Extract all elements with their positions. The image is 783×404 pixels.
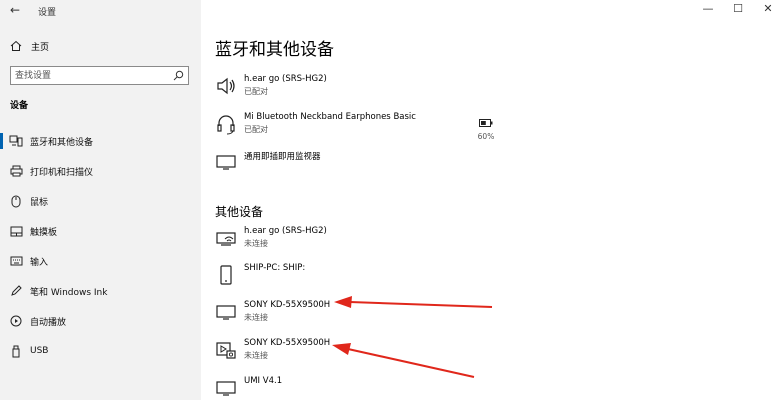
headset-icon [217, 115, 235, 135]
sidebar-item-label: 触摸板 [30, 227, 58, 238]
media-device-icon [216, 342, 236, 359]
sidebar-item-typing[interactable]: 输入 [0, 251, 201, 271]
sidebar-item-printers[interactable]: 打印机和扫描仪 [0, 161, 201, 181]
sidebar-item-autoplay[interactable]: 自动播放 [0, 311, 201, 331]
title-bar: ← 设置 [0, 0, 201, 22]
sidebar-item-label: 打印机和扫描仪 [30, 167, 94, 178]
device-status: 未连接 [244, 351, 268, 360]
window-title: 设置 [38, 8, 57, 18]
section-header-devices: 设备 [10, 101, 29, 111]
keyboard-icon [9, 254, 23, 268]
battery-percent: 60% [477, 132, 495, 141]
sidebar-item-label: 蓝牙和其他设备 [30, 137, 94, 148]
autoplay-icon [9, 314, 23, 328]
device-status: 已配对 [244, 125, 268, 134]
monitor-icon [216, 381, 236, 396]
home-icon [10, 40, 22, 51]
maximize-button[interactable]: ☐ [723, 2, 753, 15]
sidebar-item-label: 笔和 Windows Ink [30, 287, 108, 298]
home-link[interactable]: 主页 [10, 38, 49, 54]
sidebar: ← 设置 主页 设备 蓝牙和其他设备 打印机和扫描仪 鼠标 [0, 0, 201, 400]
device-item[interactable]: SONY KD-55X9500H 未连接 [215, 298, 515, 328]
minimize-button[interactable]: — [693, 2, 723, 15]
search-input[interactable] [15, 69, 165, 82]
main-pane: — ☐ ✕ 蓝牙和其他设备 h.ear go (SRS-HG2) 已配对 Mi … [201, 0, 783, 400]
device-name: h.ear go (SRS-HG2) [244, 226, 327, 236]
device-item[interactable]: 通用即插即用监视器 [215, 148, 515, 178]
device-name: SHIP-PC: SHIP: [244, 263, 306, 273]
device-name: Mi Bluetooth Neckband Earphones Basic [244, 112, 416, 122]
pen-icon [9, 284, 23, 298]
section-title-other-devices: 其他设备 [215, 205, 264, 219]
device-status: 未连接 [244, 239, 268, 248]
usb-icon [9, 344, 23, 358]
sidebar-item-label: 输入 [30, 257, 49, 268]
device-status: 已配对 [244, 87, 268, 96]
sidebar-item-mouse[interactable]: 鼠标 [0, 191, 201, 211]
device-name: UMI V4.1 [244, 376, 283, 386]
device-item[interactable]: SHIP-PC: SHIP: [215, 261, 515, 291]
device-name: 通用即插即用监视器 [244, 152, 321, 162]
close-button[interactable]: ✕ [753, 2, 783, 15]
bluetooth-devices-icon [9, 134, 23, 148]
mouse-icon [9, 194, 23, 208]
monitor-icon [216, 155, 236, 170]
device-item[interactable]: h.ear go (SRS-HG2) 未连接 [215, 224, 515, 254]
home-label: 主页 [31, 42, 50, 53]
back-button[interactable]: ← [10, 3, 20, 17]
device-item[interactable]: SONY KD-55X9500H 未连接 [215, 336, 515, 366]
device-status: 未连接 [244, 313, 268, 322]
printer-icon [9, 164, 23, 178]
sidebar-item-bluetooth[interactable]: 蓝牙和其他设备 [0, 131, 201, 151]
touchpad-icon [9, 224, 23, 238]
phone-icon [220, 265, 232, 285]
battery-icon [479, 119, 493, 127]
sidebar-item-touchpad[interactable]: 触摸板 [0, 221, 201, 241]
speaker-icon [217, 77, 235, 95]
search-icon[interactable] [173, 70, 184, 81]
sidebar-item-label: 鼠标 [30, 197, 49, 208]
device-item[interactable]: h.ear go (SRS-HG2) 已配对 [215, 72, 515, 102]
sidebar-item-usb[interactable]: USB [0, 341, 201, 361]
page-title: 蓝牙和其他设备 [215, 40, 334, 60]
search-box[interactable] [10, 66, 189, 85]
network-device-icon [216, 232, 236, 246]
battery-indicator: 60% [476, 112, 496, 141]
device-name: SONY KD-55X9500H [244, 338, 331, 348]
monitor-icon [216, 305, 236, 320]
sidebar-item-label: USB [30, 346, 49, 356]
device-name: SONY KD-55X9500H [244, 300, 331, 310]
sidebar-item-pen[interactable]: 笔和 Windows Ink [0, 281, 201, 301]
device-item[interactable]: Mi Bluetooth Neckband Earphones Basic 已配… [215, 110, 515, 140]
device-name: h.ear go (SRS-HG2) [244, 74, 327, 84]
sidebar-item-label: 自动播放 [30, 317, 67, 328]
